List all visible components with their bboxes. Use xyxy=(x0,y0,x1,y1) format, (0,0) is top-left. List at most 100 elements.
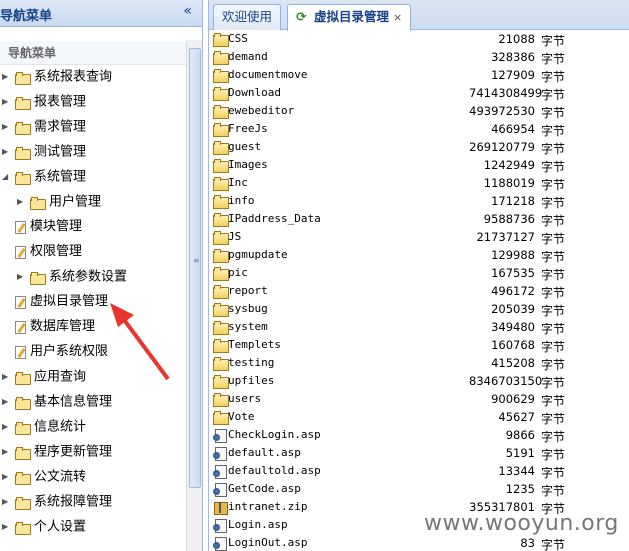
file-row[interactable]: IPaddress_Data 9588736 字节 xyxy=(209,211,629,229)
file-row[interactable]: sysbug 205039 字节 xyxy=(209,301,629,319)
file-row[interactable]: CSS 21088 字节 xyxy=(209,31,629,49)
nav-item[interactable]: ▶ 程序更新管理 xyxy=(2,441,112,463)
file-row[interactable]: ewebeditor 493972530 字节 xyxy=(209,103,629,121)
triangle-right-icon[interactable]: ▶ xyxy=(2,441,12,463)
file-row[interactable]: JS 21737127 字节 xyxy=(209,229,629,247)
file-row[interactable]: documentmove 127909 字节 xyxy=(209,67,629,85)
file-name[interactable]: LoginOut.asp xyxy=(228,536,307,549)
triangle-right-icon[interactable]: ▶ xyxy=(2,416,12,438)
file-name[interactable]: defaultold.asp xyxy=(228,464,321,477)
file-name[interactable]: intranet.zip xyxy=(228,500,307,513)
nav-item-label: 基本信息管理 xyxy=(34,394,113,410)
nav-item-label: 系统报表查询 xyxy=(34,69,113,85)
nav-item[interactable]: ◢ 系统管理 xyxy=(2,166,86,188)
file-row[interactable]: testing 415208 字节 xyxy=(209,355,629,373)
triangle-right-icon[interactable]: ▶ xyxy=(17,266,27,288)
double-chevron-left-icon[interactable]: « xyxy=(183,3,192,19)
file-row[interactable]: Download 7414308499 字节 xyxy=(209,85,629,103)
file-row[interactable]: Templets 160768 字节 xyxy=(209,337,629,355)
file-name[interactable]: Download xyxy=(228,86,281,99)
tab-welcome[interactable]: 欢迎使用 xyxy=(213,4,282,30)
nav-item[interactable]: ▶ 测试管理 xyxy=(2,141,86,163)
file-row[interactable]: CheckLogin.asp 9866 字节 xyxy=(209,427,629,445)
triangle-right-icon[interactable]: ▶ xyxy=(2,91,12,113)
file-size: 349480 xyxy=(491,320,535,334)
nav-item[interactable]: ▶ 基本信息管理 xyxy=(2,391,112,413)
nav-item[interactable]: 数据库管理 xyxy=(2,316,95,338)
file-name[interactable]: info xyxy=(228,194,255,207)
nav-item[interactable]: ▶ 用户管理 xyxy=(17,191,101,213)
nav-item-label: 信息统计 xyxy=(34,419,87,435)
nav-item[interactable]: 用户系统权限 xyxy=(2,341,108,363)
file-row[interactable]: demand 328386 字节 xyxy=(209,49,629,67)
nav-item[interactable]: 模块管理 xyxy=(2,216,82,238)
triangle-right-icon[interactable]: ▶ xyxy=(2,516,12,538)
triangle-right-icon[interactable]: ▶ xyxy=(2,366,12,388)
file-name[interactable]: demand xyxy=(228,50,268,63)
triangle-down-icon[interactable]: ◢ xyxy=(2,166,12,188)
file-row[interactable]: FreeJs 466954 字节 xyxy=(209,121,629,139)
file-row[interactable]: users 900629 字节 xyxy=(209,391,629,409)
file-name[interactable]: ewebeditor xyxy=(228,104,294,117)
file-name[interactable]: Inc xyxy=(228,176,248,189)
file-name[interactable]: IPaddress_Data xyxy=(228,212,321,225)
file-name[interactable]: sysbug xyxy=(228,302,268,315)
nav-item[interactable]: 虚拟目录管理 xyxy=(2,291,108,313)
file-name[interactable]: upfiles xyxy=(228,374,274,387)
file-name[interactable]: guest xyxy=(228,140,261,153)
file-size: 205039 xyxy=(491,302,535,316)
nav-item[interactable]: ▶ 系统报表查询 xyxy=(2,66,112,88)
file-name[interactable]: GetCode.asp xyxy=(228,482,301,495)
nav-item[interactable]: ▶ 公文流转 xyxy=(2,466,86,488)
file-name[interactable]: report xyxy=(228,284,268,297)
file-name[interactable]: pgmupdate xyxy=(228,248,288,261)
nav-item[interactable]: ▶ 需求管理 xyxy=(2,116,86,138)
nav-item[interactable]: ▶ 信息统计 xyxy=(2,416,86,438)
file-name[interactable]: system xyxy=(228,320,268,333)
file-name[interactable]: default.asp xyxy=(228,446,301,459)
nav-item[interactable]: ▶ 应用查询 xyxy=(2,366,86,388)
file-name[interactable]: CSS xyxy=(228,32,248,45)
file-name[interactable]: JS xyxy=(228,230,241,243)
file-row[interactable]: pic 167535 字节 xyxy=(209,265,629,283)
file-name[interactable]: CheckLogin.asp xyxy=(228,428,321,441)
triangle-right-icon[interactable]: ▶ xyxy=(17,191,27,213)
file-row[interactable]: default.asp 5191 字节 xyxy=(209,445,629,463)
file-name[interactable]: pic xyxy=(228,266,248,279)
triangle-right-icon[interactable]: ▶ xyxy=(2,141,12,163)
file-row[interactable]: info 171218 字节 xyxy=(209,193,629,211)
file-name[interactable]: FreeJs xyxy=(228,122,268,135)
triangle-right-icon[interactable]: ▶ xyxy=(2,466,12,488)
file-name[interactable]: Images xyxy=(228,158,268,171)
file-row[interactable]: defaultold.asp 13344 字节 xyxy=(209,463,629,481)
nav-item[interactable]: ▶ 报表管理 xyxy=(2,91,86,113)
close-icon[interactable]: × xyxy=(393,6,402,30)
file-row[interactable]: Inc 1188019 字节 xyxy=(209,175,629,193)
nav-item[interactable]: ▶ 系统报障管理 xyxy=(2,491,112,513)
file-row[interactable]: Images 1242949 字节 xyxy=(209,157,629,175)
file-row[interactable]: report 496172 字节 xyxy=(209,283,629,301)
triangle-right-icon[interactable]: ▶ xyxy=(2,66,12,88)
file-row[interactable]: upfiles 8346703150 字节 xyxy=(209,373,629,391)
file-name[interactable]: testing xyxy=(228,356,274,369)
nav-item[interactable]: ▶ 系统参数设置 xyxy=(17,266,127,288)
file-row[interactable]: Vote 45627 字节 xyxy=(209,409,629,427)
file-row[interactable]: guest 269120779 字节 xyxy=(209,139,629,157)
file-name[interactable]: Templets xyxy=(228,338,281,351)
tab-virtual-directory[interactable]: ⟳ 虚拟目录管理 × xyxy=(287,4,412,31)
nav-scrollbar-thumb[interactable]: ≡ xyxy=(189,48,201,488)
file-name[interactable]: users xyxy=(228,392,261,405)
file-name[interactable]: Vote xyxy=(228,410,255,423)
triangle-right-icon[interactable]: ▶ xyxy=(2,491,12,513)
file-name[interactable]: Login.asp xyxy=(228,518,288,531)
triangle-right-icon[interactable]: ▶ xyxy=(2,116,12,138)
nav-scrollbar[interactable]: ≡ xyxy=(186,40,202,551)
file-row[interactable]: LoginOut.asp 83 字节 xyxy=(209,535,629,551)
file-row[interactable]: pgmupdate 129988 字节 xyxy=(209,247,629,265)
nav-item[interactable]: ▶ 个人设置 xyxy=(2,516,86,538)
nav-item[interactable]: 权限管理 xyxy=(2,241,82,263)
file-row[interactable]: system 349480 字节 xyxy=(209,319,629,337)
file-row[interactable]: GetCode.asp 1235 字节 xyxy=(209,481,629,499)
triangle-right-icon[interactable]: ▶ xyxy=(2,391,12,413)
file-name[interactable]: documentmove xyxy=(228,68,307,81)
